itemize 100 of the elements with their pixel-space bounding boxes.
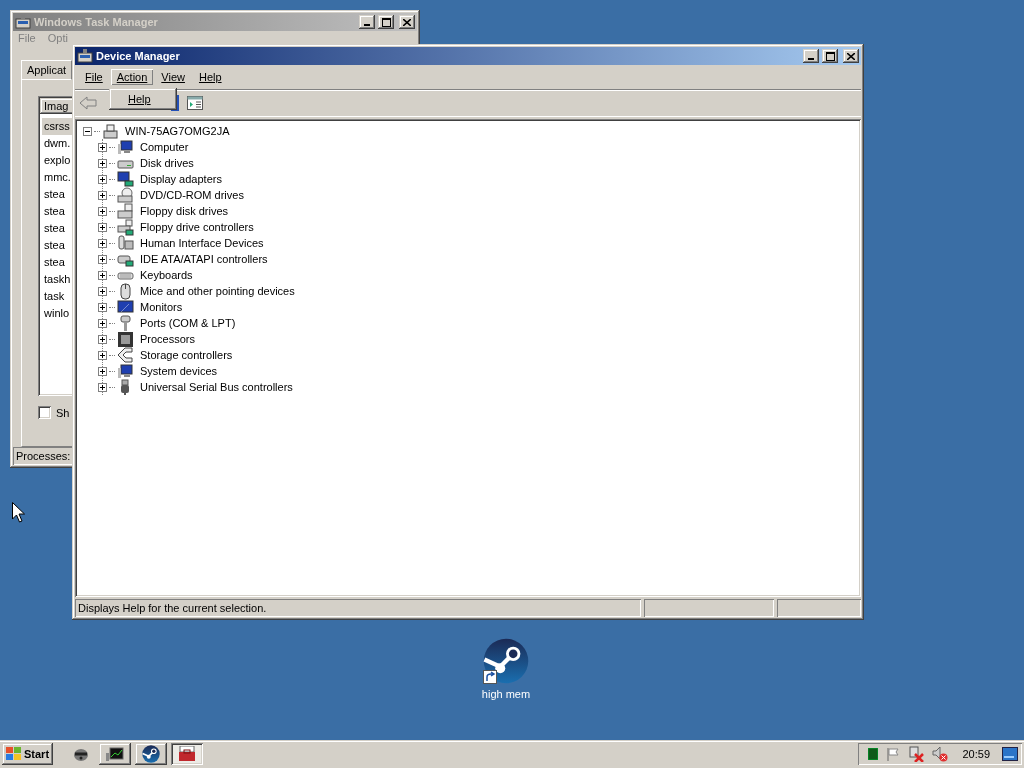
list-row[interactable]: dwm. <box>42 135 73 152</box>
expand-icon[interactable] <box>98 190 107 200</box>
list-row[interactable]: taskh <box>42 271 73 288</box>
window-icon <box>77 49 93 63</box>
tree-item[interactable]: DVD/CD-ROM drives <box>138 189 246 201</box>
expand-icon[interactable] <box>98 206 107 216</box>
expand-icon[interactable] <box>98 286 107 296</box>
tree-item[interactable]: Universal Serial Bus controllers <box>138 381 295 393</box>
taskbar-button[interactable] <box>135 743 168 765</box>
list-row[interactable]: stea <box>42 237 67 254</box>
expand-icon[interactable] <box>98 350 107 360</box>
shortcut-arrow-icon <box>483 670 497 684</box>
checkbox-label: Sh <box>56 406 70 419</box>
start-button[interactable]: Start <box>2 743 54 765</box>
tree-item[interactable]: System devices <box>138 365 220 377</box>
taskbar-button[interactable] <box>171 743 204 765</box>
desktop-icon[interactable] <box>1002 747 1018 761</box>
expand-icon[interactable] <box>98 302 107 312</box>
list-row[interactable]: stea <box>42 186 67 203</box>
computer-icon <box>117 138 134 156</box>
windows-flag-icon <box>6 747 22 761</box>
network-error-icon[interactable] <box>908 746 925 762</box>
maximize-icon <box>825 51 835 61</box>
expand-icon[interactable] <box>98 158 107 168</box>
list-row[interactable]: csrss <box>42 118 72 135</box>
checkbox[interactable] <box>38 406 51 419</box>
collapse-icon[interactable] <box>83 126 92 136</box>
menu-item[interactable]: Action <box>110 69 154 85</box>
flag-icon[interactable] <box>886 747 901 761</box>
clock[interactable]: 20:59 <box>962 748 990 760</box>
expand-icon[interactable] <box>98 334 107 344</box>
port-icon <box>117 314 134 332</box>
status-text: Displays Help for the current selection. <box>75 599 641 617</box>
tree-item[interactable]: Processors <box>138 333 198 345</box>
minimize-button[interactable] <box>803 49 819 63</box>
tree-item[interactable]: Display adapters <box>138 173 224 185</box>
list-row[interactable]: winlo <box>42 305 72 322</box>
window-icon <box>15 15 31 29</box>
taskbar-button[interactable] <box>99 743 132 765</box>
expand-icon[interactable] <box>98 142 107 152</box>
tab[interactable]: Applicat <box>21 60 73 80</box>
tree-item[interactable]: Mice and other pointing devices <box>138 285 297 297</box>
menu-item[interactable]: View <box>155 69 191 85</box>
mouse-cursor-icon <box>12 502 25 523</box>
computer-icon <box>117 362 134 380</box>
desktop-icon-label[interactable]: high mem <box>481 688 531 700</box>
expand-icon[interactable] <box>98 238 107 248</box>
close-icon <box>847 52 855 60</box>
expand-icon[interactable] <box>98 382 107 392</box>
maximize-button[interactable] <box>822 49 838 63</box>
menu-item[interactable]: File <box>79 69 109 85</box>
computer-icon <box>102 122 119 140</box>
floppy-drive-icon <box>117 202 134 220</box>
expand-icon[interactable] <box>98 366 107 376</box>
close-button[interactable] <box>399 15 415 29</box>
tree-item[interactable]: WIN-75AG7OMG2JA <box>123 125 232 137</box>
maximize-button[interactable] <box>378 15 394 29</box>
window-title: Windows Task Manager <box>34 16 159 28</box>
app-icon <box>483 638 529 684</box>
processor-icon <box>117 330 134 348</box>
tree-item[interactable]: Storage controllers <box>138 349 235 361</box>
display-adapter-icon <box>117 170 134 188</box>
tree-item[interactable]: Disk drives <box>138 157 196 169</box>
tree-item[interactable]: Monitors <box>138 301 185 313</box>
optical-drive-icon <box>117 186 134 204</box>
speaker-muted-icon[interactable] <box>932 746 949 762</box>
mouse-icon <box>117 282 134 300</box>
close-icon <box>403 18 411 26</box>
tree-item[interactable]: Ports (COM & LPT) <box>138 317 238 329</box>
expand-icon[interactable] <box>98 174 107 184</box>
menu-item[interactable]: Help <box>112 91 174 107</box>
list-row[interactable]: task <box>42 288 67 305</box>
close-button[interactable] <box>843 49 859 63</box>
tree-item[interactable]: Floppy disk drives <box>138 205 231 217</box>
floppy-controller-icon <box>117 218 134 236</box>
minimize-button[interactable] <box>359 15 375 29</box>
monitor-icon <box>106 747 125 761</box>
toolbox-icon <box>178 746 197 762</box>
window-pane-icon[interactable] <box>187 96 203 110</box>
app-icon <box>142 745 161 763</box>
storage-icon <box>117 346 134 364</box>
expand-icon[interactable] <box>98 318 107 328</box>
list-row[interactable]: mmc. <box>42 169 73 186</box>
tree-item[interactable]: Computer <box>138 141 191 153</box>
tree-item[interactable]: IDE ATA/ATAPI controllers <box>138 253 270 265</box>
expand-icon[interactable] <box>98 222 107 232</box>
list-row[interactable]: stea <box>42 203 67 220</box>
list-row[interactable]: stea <box>42 254 67 271</box>
input-device-icon <box>117 234 134 252</box>
window-title: Device Manager <box>96 50 181 62</box>
tree-item[interactable]: Human Interface Devices <box>138 237 266 249</box>
expand-icon[interactable] <box>98 270 107 280</box>
expand-icon[interactable] <box>98 254 107 264</box>
list-row[interactable]: stea <box>42 220 67 237</box>
menu-item[interactable]: Help <box>192 69 228 85</box>
tree-item[interactable]: Floppy drive controllers <box>138 221 256 233</box>
maximize-icon <box>381 17 391 27</box>
tree-item[interactable]: Keyboards <box>138 269 195 281</box>
list-row[interactable]: explo <box>42 152 73 169</box>
monitor-icon <box>117 298 134 316</box>
